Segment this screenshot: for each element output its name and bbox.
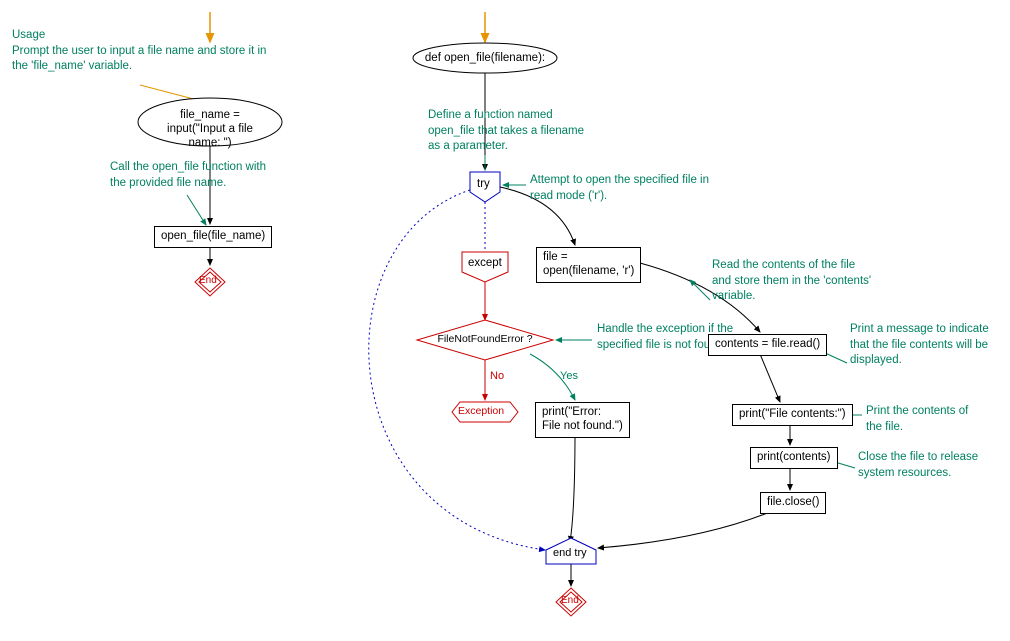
- print-annotation: Print the contents of the file.: [866, 404, 986, 435]
- except-label: except: [468, 257, 502, 269]
- close-box: file.close(): [760, 492, 826, 514]
- read-annotation: Read the contents of the file and store …: [712, 258, 872, 305]
- flowchart-svg: [0, 0, 1010, 641]
- print-msg-box: print("File contents:"): [732, 404, 853, 426]
- call-annotation: Call the open_file function with the pro…: [110, 160, 270, 191]
- input-ellipse-label: file_name = input("Input a file name: "): [150, 109, 270, 150]
- try-annotation: Attempt to open the specified file in re…: [530, 173, 710, 204]
- usage-heading: Usage: [12, 29, 45, 41]
- def-annotation: Define a function named open_file that t…: [428, 108, 588, 155]
- yes-label: Yes: [560, 370, 578, 382]
- usage-text: Prompt the user to input a file name and…: [12, 45, 266, 73]
- msg-annotation: Print a message to indicate that the fil…: [850, 322, 1005, 369]
- print-contents-box: print(contents): [750, 447, 838, 469]
- open-file-box: file = open(filename, 'r'): [536, 247, 641, 283]
- end-try-label: end try: [553, 547, 587, 559]
- usage-annotation: Usage Prompt the user to input a file na…: [12, 28, 272, 75]
- exception-label: Exception: [458, 405, 504, 417]
- left-end-label: End: [199, 275, 217, 286]
- close-annotation: Close the file to release system resourc…: [858, 450, 998, 481]
- def-ellipse-label: def open_file(filename):: [420, 52, 550, 66]
- try-label: try: [477, 178, 490, 190]
- open-file-call-box: open_file(file_name): [154, 226, 272, 248]
- print-error-box: print("Error: File not found."): [535, 402, 630, 438]
- contents-box: contents = file.read(): [708, 334, 827, 356]
- filenotfound-label: FileNotFoundError ?: [432, 333, 538, 345]
- right-end-label: End: [561, 595, 579, 606]
- no-label: No: [490, 370, 504, 382]
